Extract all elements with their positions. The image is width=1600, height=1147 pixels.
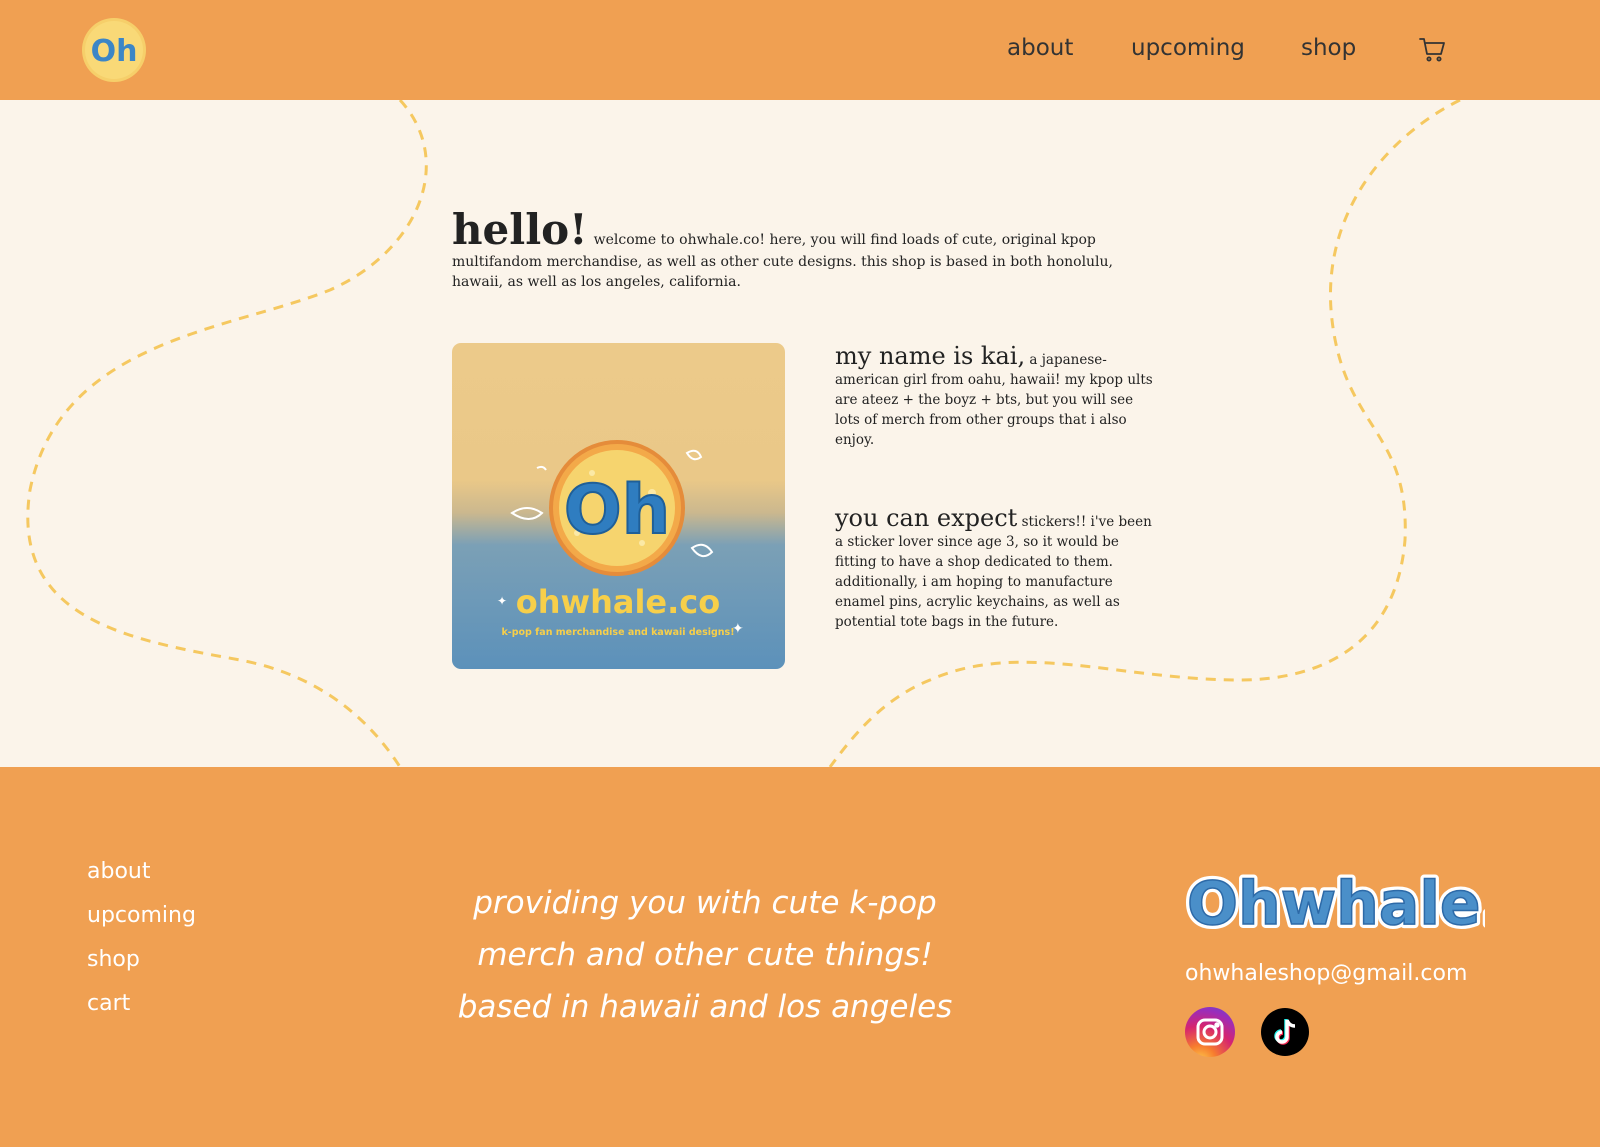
brand-name: ohwhale.co [516, 583, 720, 621]
brand-image: Oh ohwhale.co k-pop fan merchandise and … [452, 343, 785, 669]
brand-badge: Oh [564, 471, 670, 550]
hello-title: hello! [452, 205, 588, 254]
tagline-line: merch and other cute things! [477, 937, 933, 973]
nav-upcoming[interactable]: upcoming [1131, 35, 1245, 61]
footer-nav-cart[interactable]: cart [87, 991, 130, 1016]
about-section: hello! welcome to ohwhale.co! here, you w… [0, 100, 1600, 767]
instagram-icon[interactable] [1185, 1007, 1235, 1057]
contact-email[interactable]: ohwhaleshop@gmail.com [1185, 961, 1467, 986]
footer-tagline: providing you with cute k-pop merch and … [420, 877, 990, 1033]
tagline-line: providing you with cute k-pop [473, 885, 937, 921]
site-logo[interactable]: Oh [81, 17, 147, 83]
tiktok-icon[interactable] [1261, 1008, 1309, 1056]
site-footer: about upcoming shop cart providing you w… [0, 767, 1600, 1147]
svg-text:✦: ✦ [497, 594, 507, 608]
expect-paragraph: you can expect stickers!! i've been a st… [835, 506, 1155, 632]
cart-icon[interactable] [1418, 36, 1446, 64]
nav-about[interactable]: about [1007, 35, 1073, 61]
site-header: Oh about upcoming shop [0, 0, 1600, 100]
expect-text: stickers!! i've been a sticker lover sin… [835, 514, 1152, 630]
logo-text: Oh [91, 34, 138, 69]
svg-text:✦: ✦ [732, 620, 744, 636]
brand-illustration: Oh ohwhale.co k-pop fan merchandise and … [497, 440, 744, 638]
footer-wordmark: Ohwhale.co Ohwhale.co [1185, 865, 1485, 938]
intro-paragraph: hello! welcome to ohwhale.co! here, you w… [452, 208, 1162, 292]
decorative-squiggle [26, 100, 1461, 767]
footer-nav-shop[interactable]: shop [87, 947, 140, 972]
nav-shop[interactable]: shop [1301, 35, 1356, 61]
wordmark-text: Ohwhale.co [1187, 869, 1485, 938]
kai-paragraph: my name is kai, a japanese-american girl… [835, 344, 1155, 450]
brand-subtitle: k-pop fan merchandise and kawaii designs… [501, 627, 734, 638]
footer-nav-about[interactable]: about [87, 859, 150, 884]
tagline-line: based in hawaii and los angeles [457, 989, 953, 1025]
expect-lead: you can expect [835, 504, 1018, 532]
kai-lead: my name is kai, [835, 342, 1026, 370]
footer-nav-upcoming[interactable]: upcoming [87, 903, 196, 928]
